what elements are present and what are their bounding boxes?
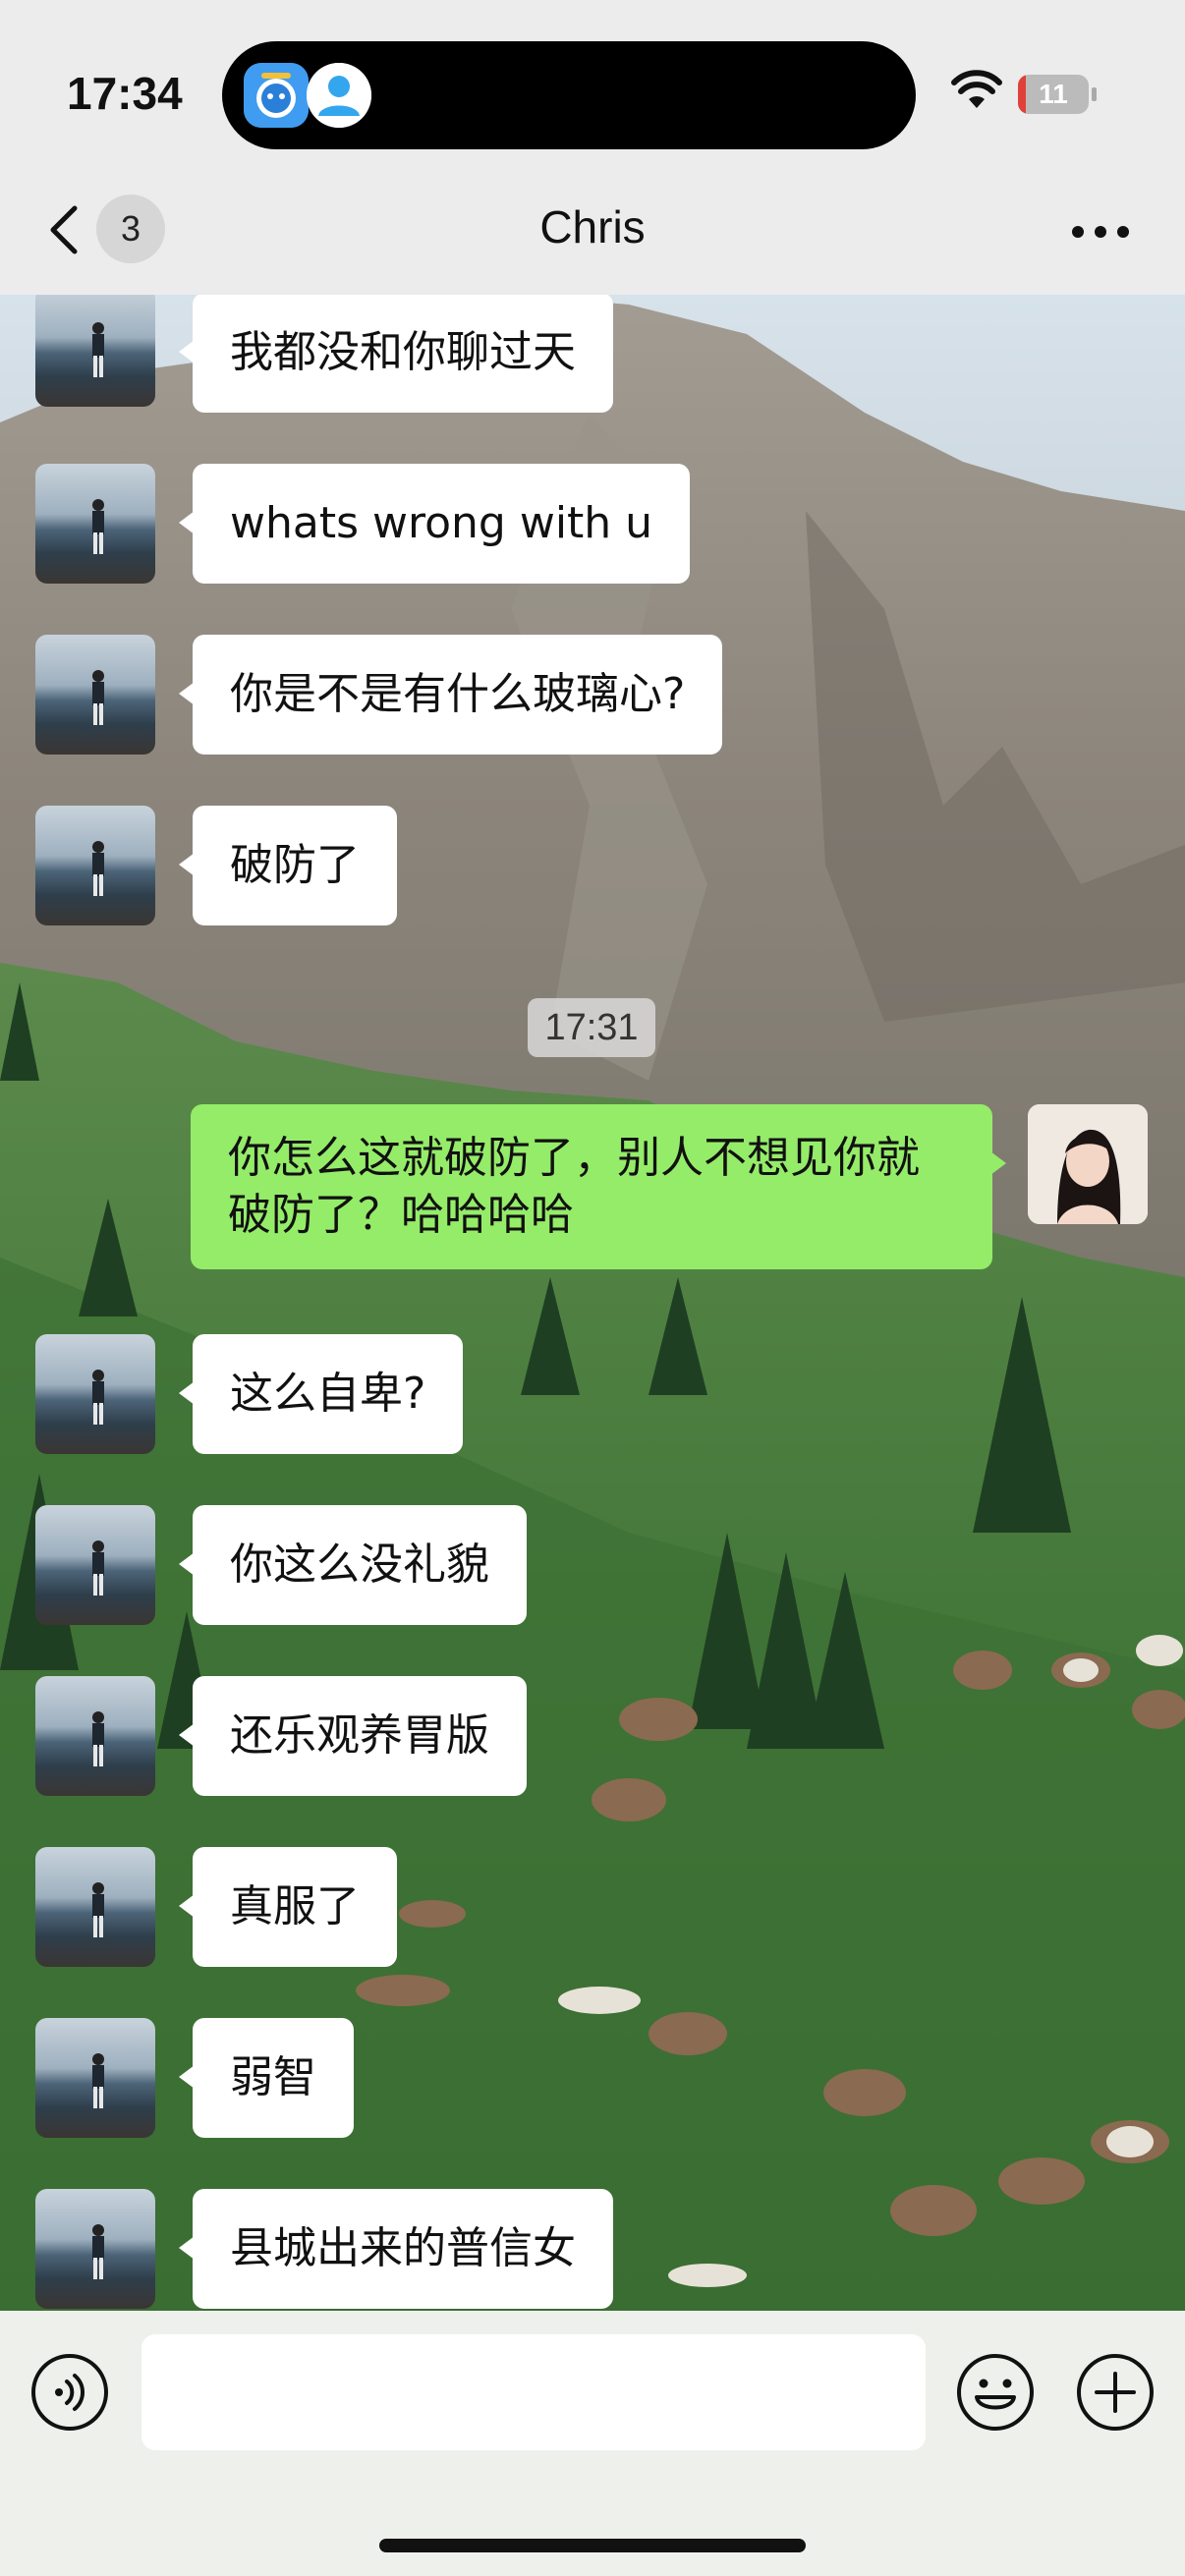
- contact-avatar[interactable]: [35, 2018, 155, 2138]
- message-input[interactable]: [141, 2334, 926, 2450]
- incoming-message-bubble[interactable]: 弱智: [179, 2018, 354, 2138]
- more-icon[interactable]: [1071, 224, 1130, 238]
- status-time: 17:34: [67, 68, 183, 119]
- contact-avatar[interactable]: [35, 635, 155, 755]
- my-avatar[interactable]: [1028, 1104, 1148, 1224]
- incoming-message-bubble[interactable]: 你这么没礼貌: [179, 1505, 527, 1625]
- contact-avatar[interactable]: [35, 464, 155, 584]
- message-timestamp: 17:31: [528, 998, 655, 1057]
- contact-avatar[interactable]: [35, 295, 155, 407]
- chat-title: Chris: [539, 201, 646, 252]
- incoming-message-bubble[interactable]: 还乐观养胃版: [179, 1676, 527, 1796]
- incoming-message-bubble[interactable]: 你是不是有什么玻璃心?: [178, 635, 723, 755]
- voice-icon[interactable]: [29, 2352, 110, 2433]
- contact-avatar[interactable]: [35, 806, 155, 925]
- contact-avatar[interactable]: [35, 2189, 155, 2309]
- incoming-message-bubble[interactable]: 破防了: [179, 806, 397, 925]
- message-list[interactable]: 我都没和你聊过天 whats wrong with u 你是不是有什么玻璃心? …: [0, 295, 1185, 2311]
- contact-avatar[interactable]: [35, 1847, 155, 1967]
- battery-icon: 11: [1018, 75, 1097, 114]
- plus-icon[interactable]: [1075, 2352, 1156, 2433]
- incoming-message-bubble[interactable]: 真服了: [179, 1847, 397, 1967]
- contact-avatar[interactable]: [35, 1505, 155, 1625]
- dynamic-island[interactable]: [222, 41, 916, 149]
- outgoing-message-bubble[interactable]: 你怎么这就破防了，别人不想见你就破防了？哈哈哈哈: [191, 1104, 1006, 1269]
- incoming-message-bubble[interactable]: 这么自卑?: [178, 1334, 464, 1454]
- emoji-icon[interactable]: [955, 2352, 1036, 2433]
- incoming-message-bubble[interactable]: whats wrong with u: [178, 464, 691, 584]
- battery-level-text: 11: [1039, 79, 1068, 109]
- contact-avatar[interactable]: [35, 1676, 155, 1796]
- contact-avatar[interactable]: [35, 1334, 155, 1454]
- contact-person-icon: [307, 63, 371, 128]
- incoming-message-bubble[interactable]: 我都没和你聊过天: [179, 295, 613, 413]
- incoming-message-bubble[interactable]: 县城出来的普信女: [179, 2189, 613, 2309]
- home-indicator[interactable]: [379, 2539, 806, 2552]
- app-avatar-icon: [244, 63, 309, 128]
- wifi-icon: [951, 69, 1002, 112]
